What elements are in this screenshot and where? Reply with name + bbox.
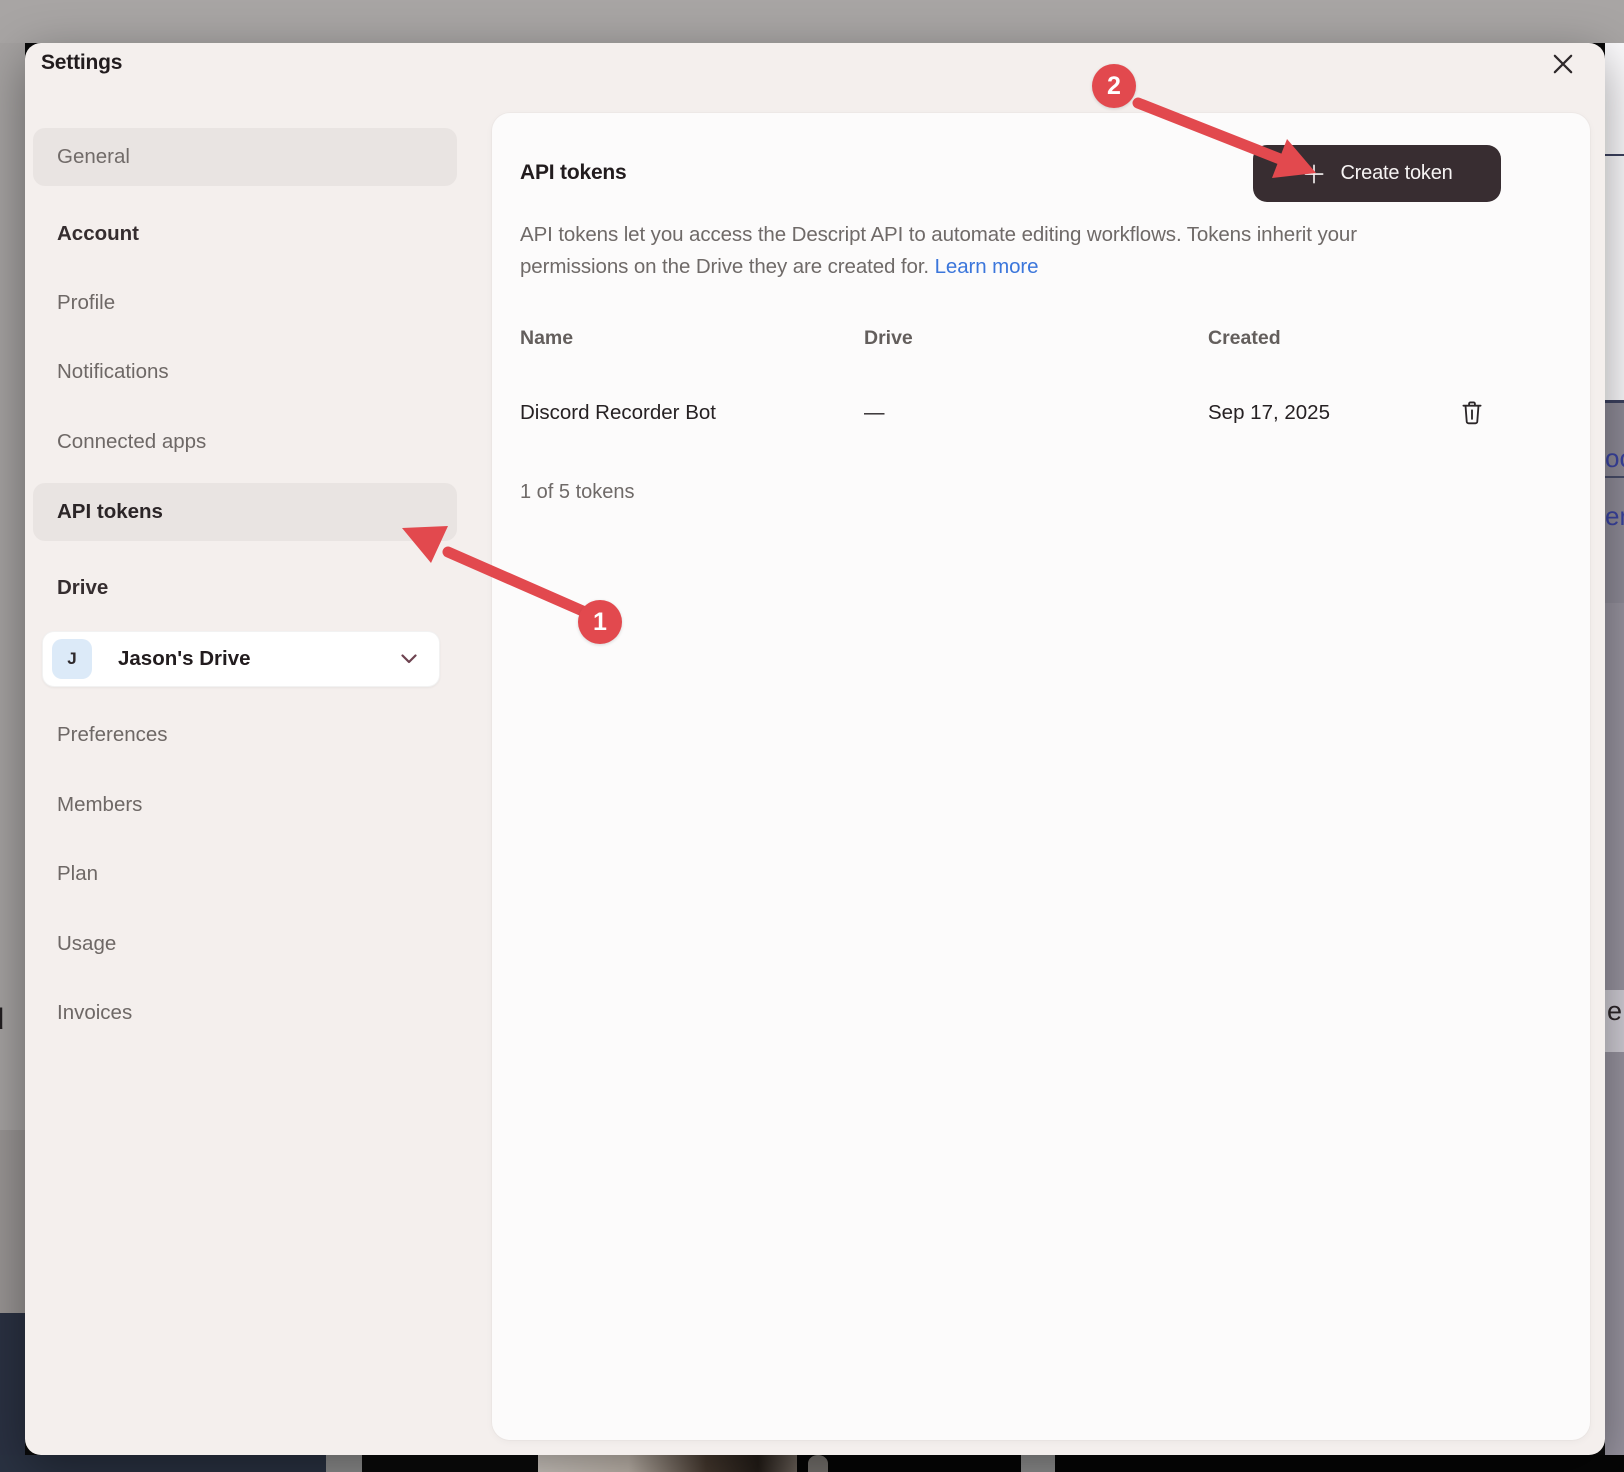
token-count-status: 1 of 5 tokens [520,481,635,504]
delete-token-button[interactable] [1458,398,1486,428]
sidebar-item-invoices[interactable]: Invoices [57,1001,132,1025]
api-tokens-panel: API tokens Create token API tokens let y… [492,113,1590,1440]
backdrop-link-fragment: oo [1605,443,1624,474]
token-created-cell: Sep 17, 2025 [1208,401,1458,425]
sidebar-item-label: General [57,145,130,169]
sidebar-item-label: API tokens [57,500,163,524]
backdrop-text-fragment: d [0,1003,4,1037]
create-token-label: Create token [1340,162,1452,185]
create-token-button[interactable]: Create token [1253,145,1501,202]
sidebar-section-account: Account [57,222,139,246]
settings-modal: Settings General Account Profile Notific… [25,43,1605,1455]
table-header-row: Name Drive Created [520,327,1486,350]
step-badge-1: 1 [578,600,622,644]
plus-icon [1301,161,1327,187]
drive-selector[interactable]: J Jason's Drive [42,631,440,687]
video-thumbnail-fragment [362,1455,538,1472]
sidebar-item-profile[interactable]: Profile [57,291,115,315]
sidebar-item-connected-apps[interactable]: Connected apps [57,430,206,454]
sidebar-item-notifications[interactable]: Notifications [57,360,169,384]
sidebar-item-api-tokens[interactable]: API tokens [33,483,457,541]
video-thumbnail-fragment [0,1455,326,1472]
panel-heading: API tokens [520,161,627,185]
panel-description: API tokens let you access the Descript A… [520,219,1460,283]
backdrop-right-strip: oo en e [1605,43,1624,1472]
video-thumbnail-fragment [538,1455,797,1472]
video-thumbnail-fragment [808,1455,828,1472]
sidebar-item-usage[interactable]: Usage [57,932,116,956]
backdrop-top-strip [0,0,1624,43]
modal-title: Settings [41,49,122,77]
table-row: Discord Recorder Bot — Sep 17, 2025 [520,391,1486,435]
sidebar-item-preferences[interactable]: Preferences [57,723,168,747]
token-name-cell: Discord Recorder Bot [520,401,864,425]
backdrop-left-strip: d [0,43,25,1472]
backdrop-left-band [0,1130,25,1313]
sidebar-section-drive: Drive [57,576,108,600]
learn-more-link[interactable]: Learn more [935,255,1039,278]
column-header-created: Created [1208,327,1486,350]
backdrop-divider [1605,476,1624,478]
backdrop-bottom-thumbnails [0,1455,1624,1472]
backdrop-divider [1605,154,1624,156]
column-header-drive: Drive [864,327,1208,350]
chevron-down-icon [401,654,417,664]
backdrop-link-fragment: en [1605,501,1624,532]
sidebar-item-general[interactable]: General [33,128,457,186]
token-drive-cell: — [864,401,1208,425]
column-header-name: Name [520,327,864,350]
step-badge-2: 2 [1092,64,1136,108]
close-icon [1549,50,1577,78]
thumbnail-gap [1021,1455,1055,1472]
backdrop-text-fragment: e [1607,996,1622,1027]
backdrop-left-video-fragment [0,1313,25,1472]
close-button[interactable] [1547,48,1579,80]
drive-selector-label: Jason's Drive [118,647,251,671]
trash-icon [1459,399,1485,427]
drive-avatar: J [52,639,92,679]
thumbnail-gap [326,1455,362,1472]
sidebar-item-plan[interactable]: Plan [57,862,98,886]
sidebar-item-members[interactable]: Members [57,793,142,817]
backdrop-right-page-fragment [1605,43,1624,400]
